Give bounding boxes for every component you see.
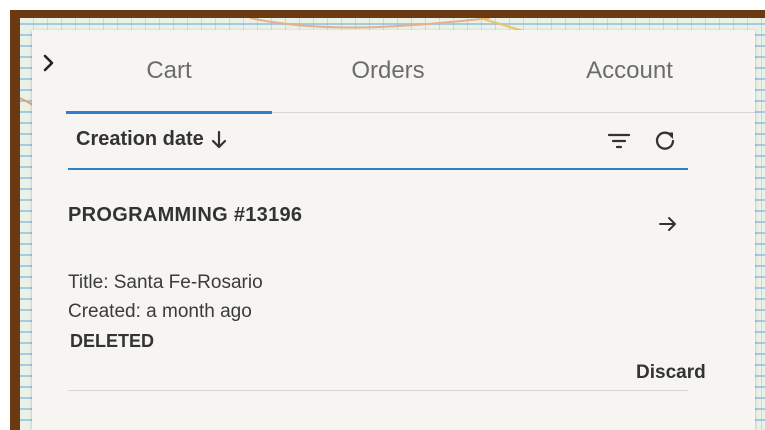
- sort-label: Creation date: [76, 128, 204, 150]
- tab-bar: Cart Orders Account: [66, 30, 755, 114]
- tab-account[interactable]: Account: [504, 30, 755, 112]
- filter-icon: [607, 133, 631, 149]
- active-tab-indicator: [66, 111, 272, 114]
- order-title: PROGRAMMING #13196: [68, 204, 303, 226]
- discard-button[interactable]: Discard: [636, 362, 706, 384]
- refresh-icon: [655, 131, 675, 150]
- order-created-field: Created: a month ago: [68, 301, 252, 322]
- chevron-right-icon: [43, 54, 54, 72]
- order-card: PROGRAMMING #13196 Title: Santa Fe-Rosar…: [68, 190, 706, 391]
- order-title-field: Title: Santa Fe-Rosario: [68, 272, 263, 293]
- sort-bar: Creation date: [68, 118, 688, 170]
- refresh-button[interactable]: [650, 126, 680, 156]
- arrow-right-icon: [659, 217, 676, 231]
- collapse-panel-button[interactable]: [32, 30, 66, 96]
- screen: Cart Orders Account Creation date PROGRA…: [0, 0, 765, 430]
- open-order-button[interactable]: [656, 212, 680, 236]
- tab-orders[interactable]: Orders: [272, 30, 504, 112]
- tab-cart[interactable]: Cart: [66, 30, 272, 112]
- map-road: [249, 18, 491, 29]
- arrow-down-icon: [210, 130, 228, 150]
- filter-button[interactable]: [604, 126, 634, 156]
- status-badge: DELETED: [70, 331, 155, 351]
- sort-by-creation-date-button[interactable]: Creation date: [76, 128, 228, 151]
